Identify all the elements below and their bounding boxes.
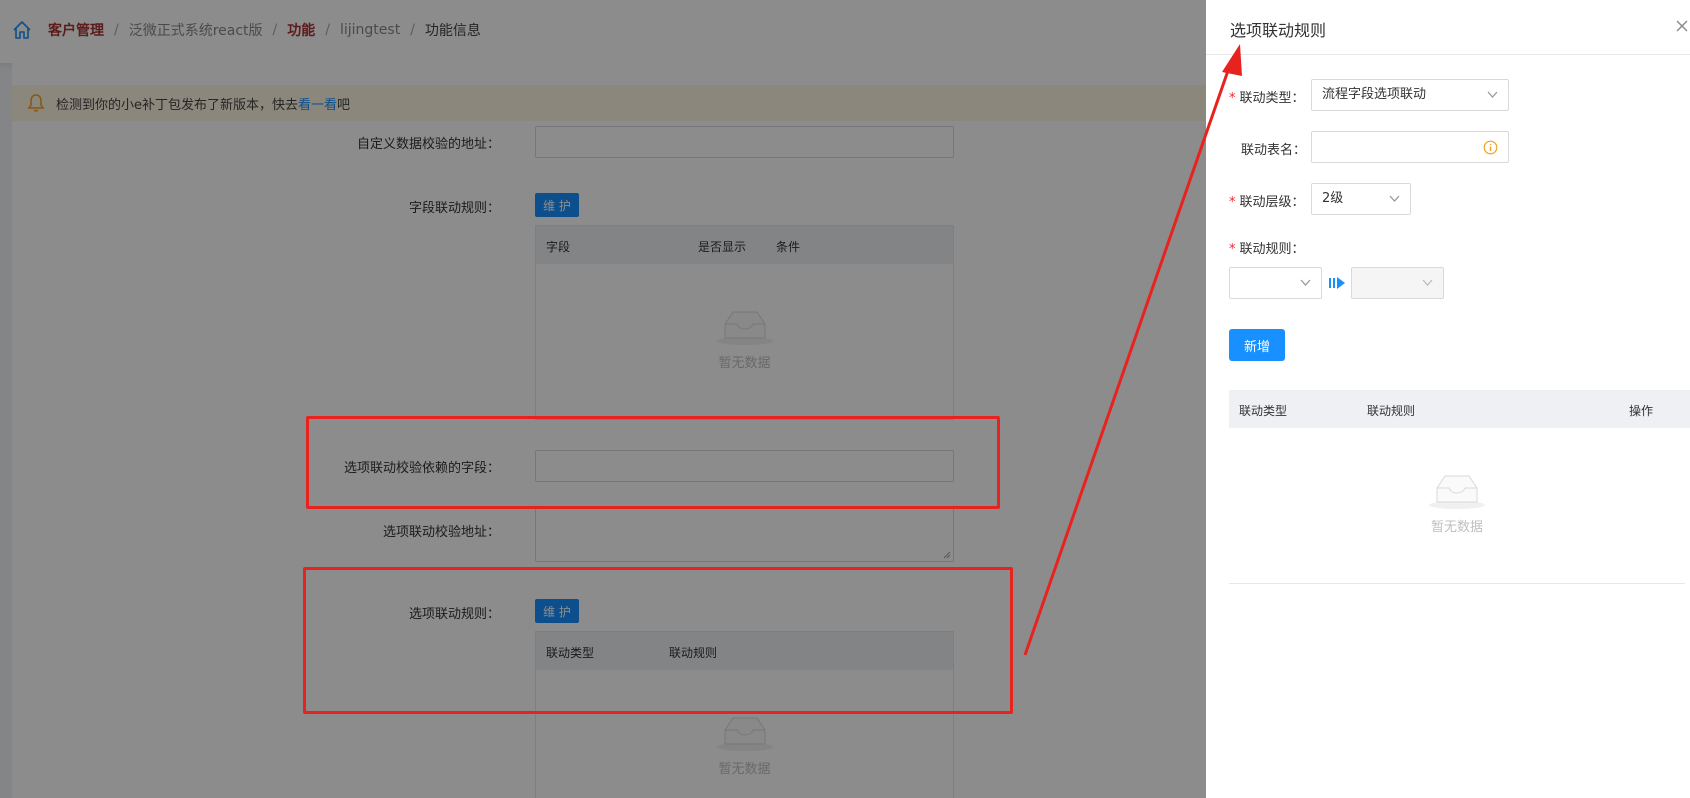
drawer-header: 选项联动规则 [1206, 0, 1690, 55]
close-icon[interactable] [1674, 18, 1690, 34]
annotation-box-option-rule [303, 567, 1013, 714]
type-label-text: 联动类型： [1239, 91, 1305, 106]
rule-label-text: 联动规则： [1239, 242, 1305, 257]
empty-text: 暂无数据 [1430, 520, 1483, 535]
table-name-input[interactable] [1311, 131, 1509, 163]
required-mark: * [1229, 195, 1236, 210]
required-mark: * [1229, 242, 1236, 257]
type-label: * 联动类型： [1229, 87, 1305, 106]
column-header: 操作 [1629, 404, 1654, 418]
link-arrow-icon [1329, 277, 1345, 289]
chevron-down-icon [1300, 279, 1311, 286]
chevron-down-icon [1422, 279, 1433, 286]
table-name-label: 联动表名： [1241, 143, 1307, 158]
empty-box-icon [1429, 475, 1485, 509]
info-icon[interactable] [1483, 140, 1498, 155]
required-mark: * [1229, 91, 1236, 106]
rule-label: * 联动规则： [1229, 238, 1305, 257]
chevron-down-icon [1389, 195, 1400, 202]
annotation-box-dep-field [306, 416, 1000, 509]
type-select[interactable]: 流程字段选项联动 [1311, 79, 1509, 111]
level-label: * 联动层级： [1229, 191, 1305, 210]
level-select-value: 2级 [1322, 191, 1344, 206]
rule-select-level-1[interactable] [1229, 267, 1322, 299]
level-label-text: 联动层级： [1239, 195, 1305, 210]
rule-table-empty: 暂无数据 [1229, 470, 1685, 535]
type-select-value: 流程字段选项联动 [1322, 87, 1427, 102]
rule-select-level-2[interactable] [1351, 267, 1444, 299]
chevron-down-icon [1487, 91, 1498, 98]
option-rule-drawer: 选项联动规则 * 联动类型： 流程字段选项联动 联动表名： * 联动层级： 2级 *… [1206, 0, 1690, 798]
column-header: 联动类型 [1239, 404, 1288, 418]
column-header: 联动规则 [1367, 404, 1416, 418]
table-divider [1229, 583, 1685, 584]
rule-table-header: 联动类型 联动规则 操作 [1229, 390, 1690, 428]
drawer-title: 选项联动规则 [1230, 21, 1327, 40]
main-page: 客户管理 / 泛微正式系统react版 / 功能 / lijingtest / … [0, 0, 1206, 798]
add-button[interactable]: 新增 [1229, 329, 1285, 361]
level-select[interactable]: 2级 [1311, 183, 1411, 215]
